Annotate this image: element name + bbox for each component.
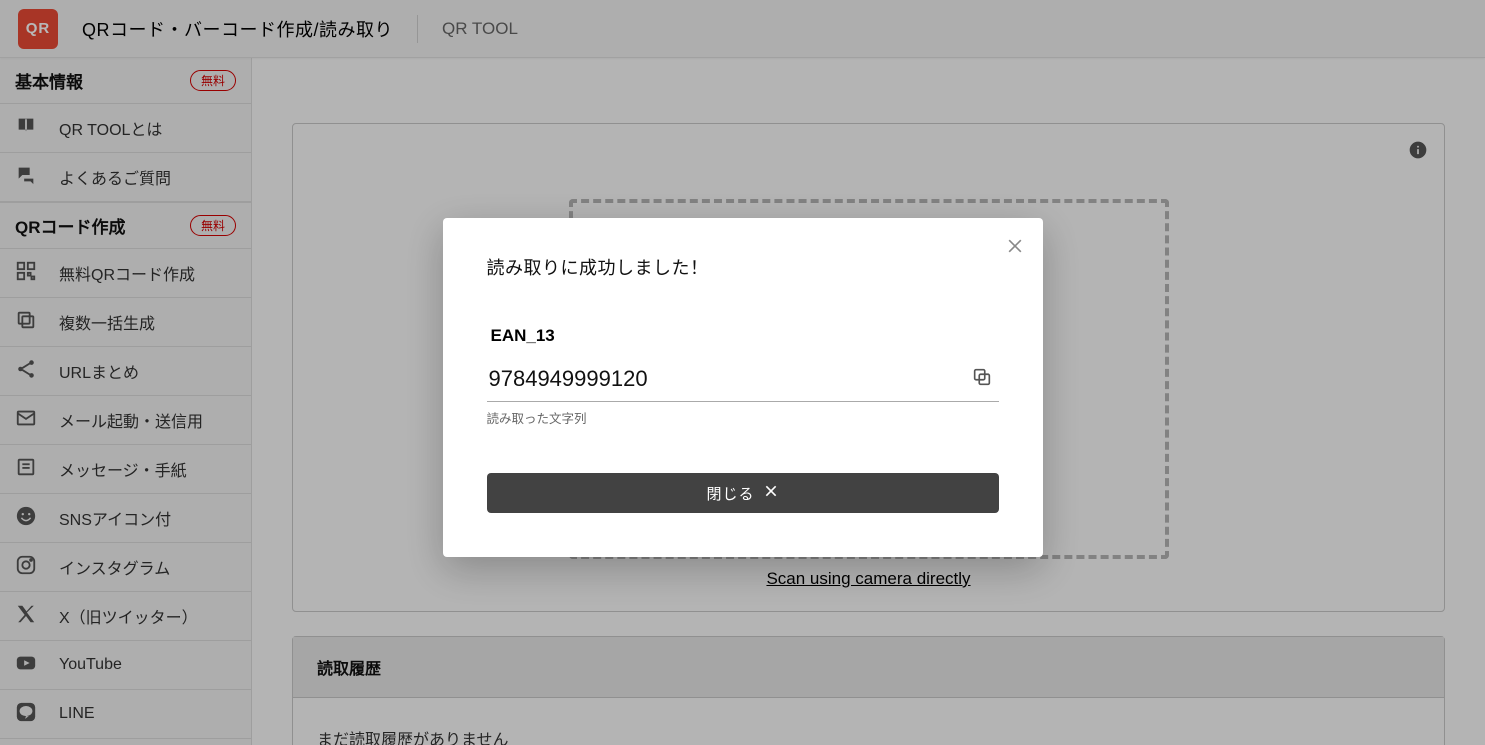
result-modal: 読み取りに成功しました！ EAN_13 9784949999120 読み取った文… <box>443 218 1043 557</box>
close-icon <box>763 483 779 503</box>
close-button-label: 閉じる <box>706 483 754 504</box>
copy-button[interactable] <box>967 362 997 395</box>
copy-icon <box>971 376 993 391</box>
result-field: 9784949999120 <box>487 358 999 402</box>
result-value: 9784949999120 <box>489 366 648 392</box>
modal-close-action-button[interactable]: 閉じる <box>487 473 999 513</box>
modal-title: 読み取りに成功しました！ <box>487 254 999 280</box>
modal-close-button[interactable] <box>1001 232 1029 260</box>
result-type: EAN_13 <box>491 326 999 346</box>
result-help-text: 読み取った文字列 <box>487 408 999 427</box>
